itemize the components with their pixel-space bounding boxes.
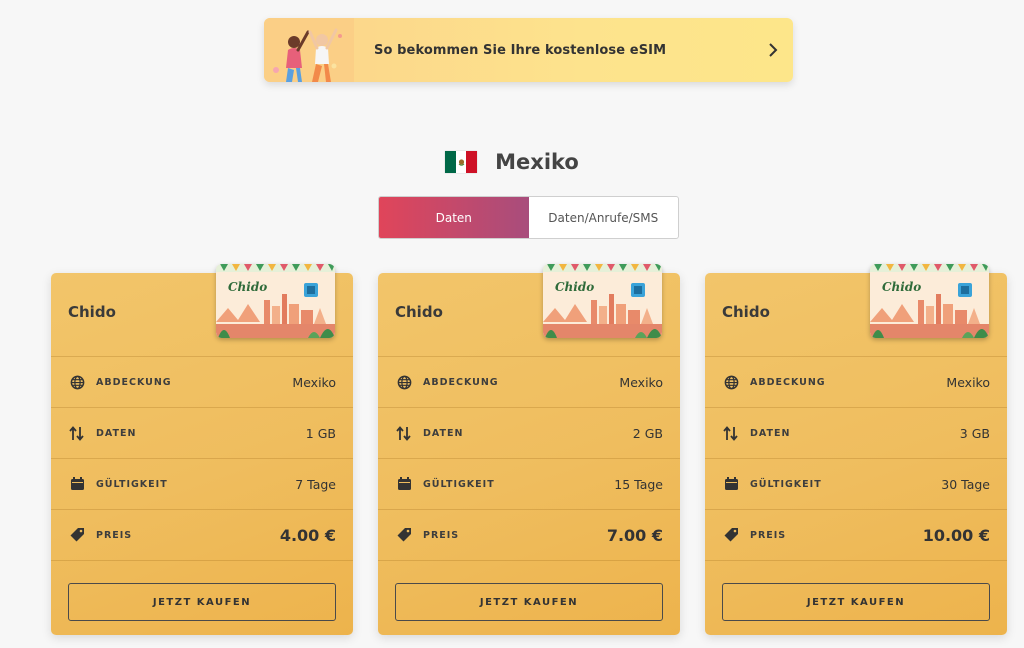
validity-label: GÜLTIGKEIT — [750, 478, 822, 490]
globe-icon — [68, 373, 86, 391]
price-label: PREIS — [750, 529, 787, 541]
sim-card-label: Chido — [882, 280, 922, 294]
data-transfer-icon — [395, 424, 413, 442]
coverage-value: Mexiko — [292, 374, 336, 390]
validity-value: 30 Tage — [941, 476, 990, 492]
banner-text: So bekommen Sie Ihre kostenlose eSIM — [374, 42, 667, 58]
esim-card-image: Chido — [870, 264, 989, 338]
validity-label: GÜLTIGKEIT — [96, 478, 168, 490]
plan-title: Chido — [395, 303, 443, 321]
validity-value: 15 Tage — [614, 476, 663, 492]
plan-card-3: Chido Chido ABDECKUNG Mexiko DATEN 3 GB … — [705, 264, 1007, 635]
calendar-icon — [722, 475, 740, 493]
price-row: PREIS 4.00 € — [51, 510, 353, 561]
coverage-label: ABDECKUNG — [750, 376, 826, 388]
coverage-row: ABDECKUNG Mexiko — [378, 357, 680, 408]
esim-card-image: Chido — [216, 264, 335, 338]
validity-row: GÜLTIGKEIT 15 Tage — [378, 459, 680, 510]
price-value: 10.00 € — [922, 525, 990, 545]
data-value: 3 GB — [959, 425, 990, 441]
plan-card-1: Chido Chido ABDECKUNG Mexiko DATEN 1 GB … — [51, 264, 353, 635]
price-tag-icon — [395, 526, 413, 544]
validity-value: 7 Tage — [295, 476, 336, 492]
data-value: 2 GB — [632, 425, 663, 441]
coverage-row: ABDECKUNG Mexiko — [705, 357, 1007, 408]
plan-card-2: Chido Chido ABDECKUNG Mexiko DATEN 2 GB … — [378, 264, 680, 635]
data-label: DATEN — [96, 427, 137, 439]
coverage-label: ABDECKUNG — [96, 376, 172, 388]
price-label: PREIS — [423, 529, 460, 541]
sim-card-label: Chido — [228, 280, 268, 294]
chevron-right-icon — [753, 18, 793, 82]
validity-row: GÜLTIGKEIT 30 Tage — [705, 459, 1007, 510]
plan-type-toggle: Daten Daten/Anrufe/SMS — [378, 196, 679, 239]
buy-now-button[interactable]: JETZT KAUFEN — [722, 583, 990, 621]
plan-card-header: Chido Chido — [51, 264, 353, 357]
data-value: 1 GB — [305, 425, 336, 441]
price-value: 4.00 € — [279, 525, 336, 545]
validity-row: GÜLTIGKEIT 7 Tage — [51, 459, 353, 510]
price-label: PREIS — [96, 529, 133, 541]
coverage-label: ABDECKUNG — [423, 376, 499, 388]
data-transfer-icon — [68, 424, 86, 442]
data-label: DATEN — [423, 427, 464, 439]
buy-button-wrap: JETZT KAUFEN — [705, 561, 1007, 621]
data-row: DATEN 2 GB — [378, 408, 680, 459]
price-value: 7.00 € — [606, 525, 663, 545]
coverage-value: Mexiko — [619, 374, 663, 390]
buy-button-wrap: JETZT KAUFEN — [51, 561, 353, 621]
free-esim-banner[interactable]: So bekommen Sie Ihre kostenlose eSIM — [264, 18, 793, 82]
plan-title: Chido — [68, 303, 116, 321]
people-celebrating-illustration — [264, 18, 354, 82]
price-row: PREIS 7.00 € — [378, 510, 680, 561]
esim-card-image: Chido — [543, 264, 662, 338]
data-label: DATEN — [750, 427, 791, 439]
coverage-value: Mexiko — [946, 374, 990, 390]
price-tag-icon — [722, 526, 740, 544]
validity-label: GÜLTIGKEIT — [423, 478, 495, 490]
buy-now-button[interactable]: JETZT KAUFEN — [395, 583, 663, 621]
sim-card-label: Chido — [555, 280, 595, 294]
country-name: Mexiko — [495, 150, 579, 174]
country-heading: Mexiko — [0, 146, 1024, 178]
mexico-flag-icon — [445, 151, 478, 173]
data-transfer-icon — [722, 424, 740, 442]
plan-card-header: Chido Chido — [378, 264, 680, 357]
plan-card-header: Chido Chido — [705, 264, 1007, 357]
buy-now-button[interactable]: JETZT KAUFEN — [68, 583, 336, 621]
calendar-icon — [68, 475, 86, 493]
price-tag-icon — [68, 526, 86, 544]
tab-data[interactable]: Daten — [379, 197, 529, 238]
calendar-icon — [395, 475, 413, 493]
plan-title: Chido — [722, 303, 770, 321]
data-row: DATEN 1 GB — [51, 408, 353, 459]
globe-icon — [722, 373, 740, 391]
globe-icon — [395, 373, 413, 391]
price-row: PREIS 10.00 € — [705, 510, 1007, 561]
data-row: DATEN 3 GB — [705, 408, 1007, 459]
buy-button-wrap: JETZT KAUFEN — [378, 561, 680, 621]
coverage-row: ABDECKUNG Mexiko — [51, 357, 353, 408]
tab-data-calls-sms[interactable]: Daten/Anrufe/SMS — [529, 197, 679, 238]
